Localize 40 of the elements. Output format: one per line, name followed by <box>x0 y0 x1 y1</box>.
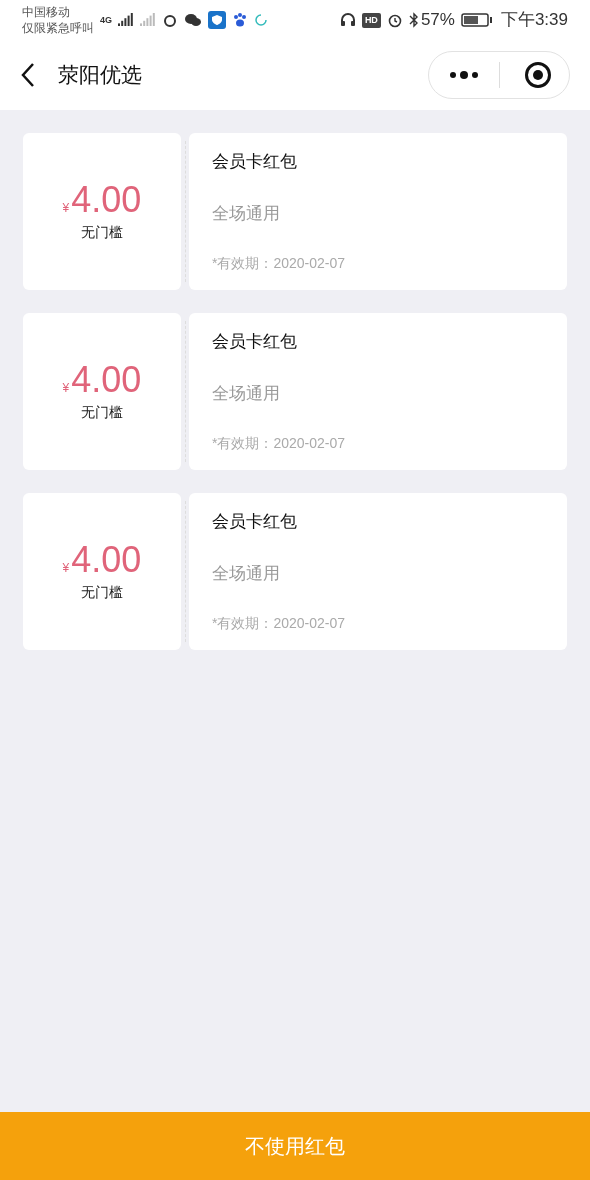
carrier-name: 中国移动 <box>22 4 71 20</box>
coupon-condition: 无门槛 <box>81 583 123 602</box>
currency-symbol: ¥ <box>62 200 70 217</box>
coupon-scope: 全场通用 <box>212 563 281 585</box>
signal-icon <box>140 12 156 28</box>
bluetooth-icon <box>408 12 419 28</box>
clock-time: 下午3:39 <box>500 9 568 32</box>
coupon-scope: 全场通用 <box>212 383 281 405</box>
signal-icon <box>118 12 134 28</box>
more-icon[interactable] <box>449 71 479 79</box>
page-title: 荥阳优选 <box>58 62 143 89</box>
coupon-condition: 无门槛 <box>81 403 123 422</box>
coupon-amount: 4.00 <box>71 360 142 400</box>
loading-icon <box>254 13 268 27</box>
app-icon <box>162 12 178 28</box>
headphones-icon <box>339 12 356 28</box>
coupon-validity: *有效期：2020-02-07 <box>212 254 347 273</box>
back-icon[interactable] <box>20 62 36 88</box>
coupon-name: 会员卡红包 <box>212 151 298 173</box>
coupon-amount: 4.00 <box>71 180 142 220</box>
carrier-note: 仅限紧急呼叫 <box>22 20 94 36</box>
coupon-name: 会员卡红包 <box>212 511 298 533</box>
coupon-validity: *有效期：2020-02-07 <box>212 614 347 633</box>
coupon-name: 会员卡红包 <box>212 331 298 353</box>
currency-symbol: ¥ <box>62 380 70 397</box>
alarm-icon <box>386 12 403 28</box>
hd-badge: HD <box>361 12 381 28</box>
currency-symbol: ¥ <box>62 560 70 577</box>
paw-icon <box>232 12 248 28</box>
battery-icon <box>460 12 493 28</box>
coupon-amount: 4.00 <box>71 540 142 580</box>
shield-icon <box>208 11 226 29</box>
coupon-condition: 无门槛 <box>81 223 123 242</box>
coupon-validity: *有效期：2020-02-07 <box>212 434 347 453</box>
battery-percent: 57% <box>420 9 455 32</box>
network-type: 4G <box>100 14 112 27</box>
no-coupon-button[interactable]: 不使用红包 <box>0 1112 590 1180</box>
coupon-scope: 全场通用 <box>212 203 281 225</box>
chat-icon <box>184 12 202 28</box>
close-icon[interactable] <box>524 61 552 89</box>
